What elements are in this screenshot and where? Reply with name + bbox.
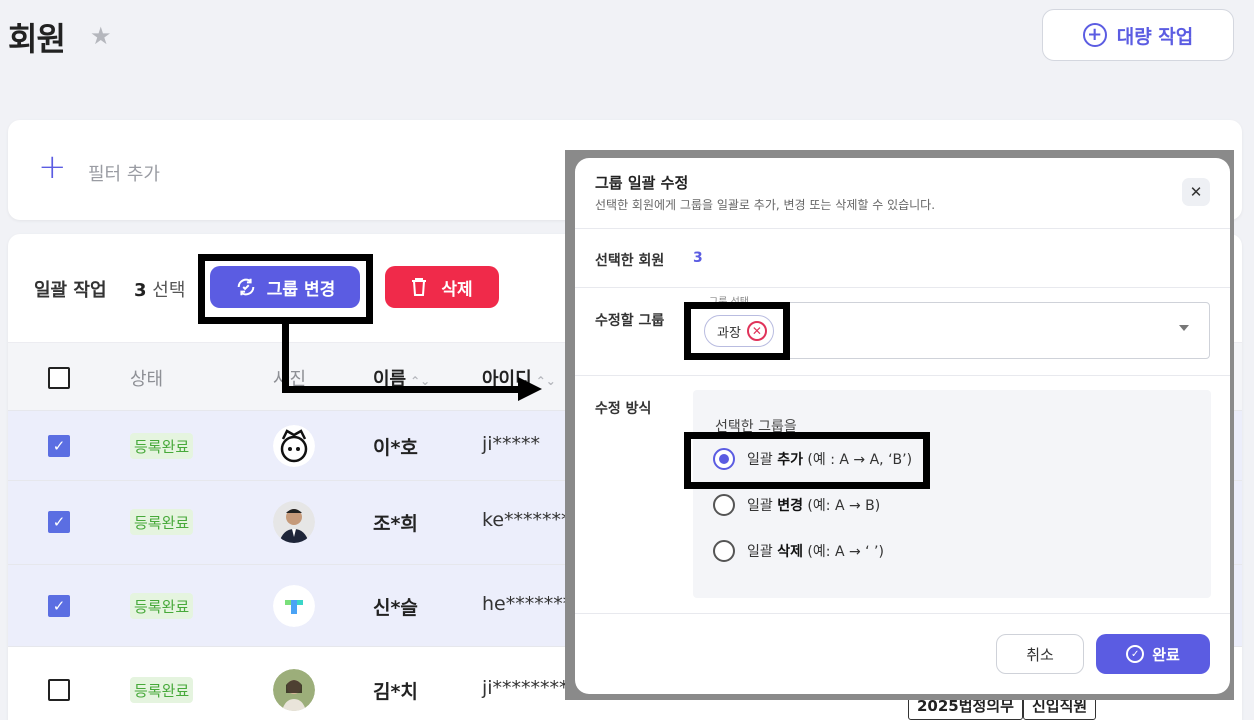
group-edit-modal: 그룹 일괄 수정 선택한 회원에게 그룹을 일괄로 추가, 변경 또는 삭제할 …: [575, 158, 1230, 694]
highlight-chip: [684, 302, 790, 360]
target-group-label: 수정할 그룹: [595, 313, 665, 329]
row-checkbox[interactable]: ✓: [48, 435, 70, 457]
modal-subtitle: 선택한 회원에게 그룹을 일괄로 추가, 변경 또는 삭제할 수 있습니다.: [595, 198, 936, 212]
method-label: 수정 방식: [595, 401, 652, 417]
confirm-button[interactable]: ✓ 완료: [1096, 634, 1210, 674]
highlight-group-button: [198, 254, 373, 324]
member-name: 신*슬: [373, 597, 418, 619]
row-checkbox[interactable]: ✓: [48, 511, 70, 533]
page-title: 회원: [8, 20, 66, 58]
add-filter-icon[interactable]: +: [38, 150, 67, 184]
chevron-down-icon[interactable]: [1179, 325, 1189, 331]
add-filter-label[interactable]: 필터 추가: [88, 160, 160, 186]
column-status: 상태: [130, 369, 164, 390]
member-name: 김*치: [373, 681, 418, 703]
delete-button[interactable]: 삭제: [385, 266, 499, 308]
selected-members-count: 3: [693, 250, 703, 266]
status-badge: 등록완료: [130, 677, 194, 703]
row-checkbox[interactable]: ✓: [48, 595, 70, 617]
avatar: [273, 669, 315, 711]
delete-label: 삭제: [441, 279, 473, 300]
member-name: 이*호: [373, 437, 418, 459]
trash-icon: [412, 278, 427, 296]
avatar: [273, 425, 315, 467]
row-checkbox[interactable]: [48, 679, 70, 701]
option-delete[interactable]: 일괄 삭제 (예: A → ‘ ’): [713, 540, 884, 562]
annotation-arrow: [282, 386, 520, 393]
highlight-option-add: [684, 432, 930, 489]
status-badge: 등록완료: [130, 509, 194, 535]
annotation-arrowhead: [518, 377, 542, 401]
close-icon[interactable]: ✕: [1182, 178, 1210, 206]
member-name: 조*희: [373, 513, 418, 535]
method-panel: 선택한 그룹을 일괄 추가 (예 : A → A, ‘B’) 일괄 변경 (예:…: [693, 390, 1211, 598]
confirm-label: 완료: [1152, 645, 1180, 664]
status-badge: 등록완료: [130, 593, 194, 619]
divider: [575, 375, 1230, 376]
annotation-arrow: [282, 318, 289, 393]
avatar: [273, 501, 315, 543]
bulk-action-label: 대량 작업: [1116, 25, 1194, 48]
radio-icon[interactable]: [713, 494, 735, 516]
member-id: ji********: [482, 677, 569, 699]
favorite-star-icon[interactable]: ★: [90, 22, 112, 50]
selected-count: 3 선택: [134, 280, 186, 301]
divider: [575, 613, 1230, 614]
status-badge: 등록완료: [130, 433, 194, 459]
plus-circle-icon: +: [1082, 23, 1107, 47]
check-circle-icon: ✓: [1126, 645, 1145, 663]
avatar: [273, 585, 315, 627]
divider: [575, 287, 1230, 288]
member-id: ke*******: [482, 509, 571, 531]
selected-members-label: 선택한 회원: [595, 253, 665, 269]
cancel-button[interactable]: 취소: [996, 634, 1084, 674]
option-change[interactable]: 일괄 변경 (예: A → B): [713, 494, 880, 516]
select-all-checkbox[interactable]: [48, 367, 70, 389]
modal-title: 그룹 일괄 수정: [595, 174, 689, 192]
bulk-work-label: 일괄 작업: [34, 280, 107, 301]
radio-icon[interactable]: [713, 540, 735, 562]
member-id: he*******: [482, 593, 573, 615]
member-id: ji*****: [482, 433, 541, 455]
bulk-action-button[interactable]: + 대량 작업: [1042, 9, 1234, 61]
divider: [575, 228, 1230, 229]
